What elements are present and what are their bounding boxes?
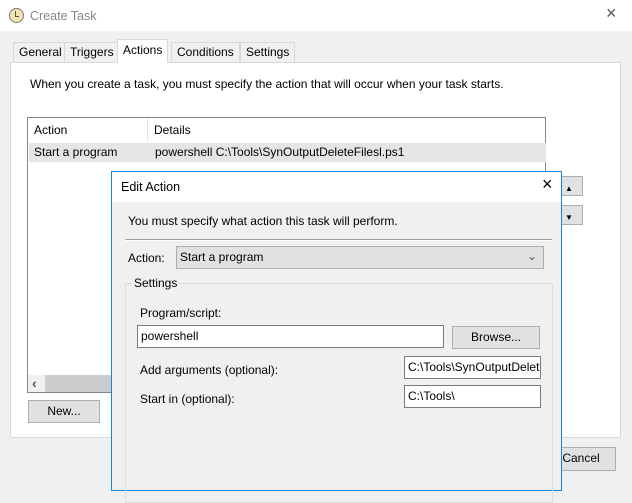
tab-conditions[interactable]: Conditions: [171, 42, 240, 62]
arguments-label: Add arguments (optional):: [140, 363, 279, 377]
actions-description: When you create a task, you must specify…: [30, 77, 504, 91]
dialog-title: Edit Action: [121, 180, 181, 194]
arguments-input[interactable]: C:\Tools\SynOutputDeleteFilesl.ps1: [404, 356, 541, 379]
scroll-left-icon[interactable]: ‹: [32, 375, 37, 391]
tab-actions[interactable]: Actions: [117, 39, 169, 63]
startin-label: Start in (optional):: [140, 392, 235, 406]
table-row[interactable]: Start a program powershell C:\Tools\SynO…: [29, 143, 546, 162]
separator: [125, 239, 552, 241]
program-label: Program/script:: [140, 306, 222, 320]
title-bar: Create Task ×: [0, 0, 632, 31]
dialog-title-bar: Edit Action ×: [112, 172, 561, 202]
action-dropdown[interactable]: Start a program ⌄: [176, 246, 544, 269]
column-header-details[interactable]: Details: [148, 118, 545, 142]
row-action: Start a program: [34, 145, 118, 159]
settings-label: Settings: [132, 276, 180, 290]
edit-action-dialog: Edit Action × You must specify what acti…: [111, 171, 562, 503]
column-header-action[interactable]: Action: [28, 118, 148, 142]
arrow-down-icon: ▼: [565, 213, 573, 222]
close-icon[interactable]: ×: [606, 3, 617, 24]
row-details: powershell C:\Tools\SynOutputDeleteFiles…: [155, 145, 405, 159]
startin-input[interactable]: C:\Tools\: [404, 385, 541, 408]
tab-general[interactable]: General: [13, 42, 68, 62]
action-dropdown-value: Start a program: [180, 250, 264, 264]
action-label: Action:: [128, 251, 165, 265]
new-button[interactable]: New...: [28, 400, 100, 423]
browse-button[interactable]: Browse...: [452, 326, 540, 349]
dialog-close-icon[interactable]: ×: [542, 174, 553, 195]
tab-settings[interactable]: Settings: [240, 42, 296, 62]
task-scheduler-icon: [9, 8, 24, 23]
program-input[interactable]: powershell: [137, 325, 444, 348]
chevron-down-icon: ⌄: [526, 249, 537, 263]
window-title: Create Task: [30, 9, 97, 23]
dialog-description: You must specify what action this task w…: [128, 214, 398, 228]
arrow-up-icon: ▲: [565, 184, 573, 193]
tab-triggers[interactable]: Triggers: [64, 42, 120, 62]
